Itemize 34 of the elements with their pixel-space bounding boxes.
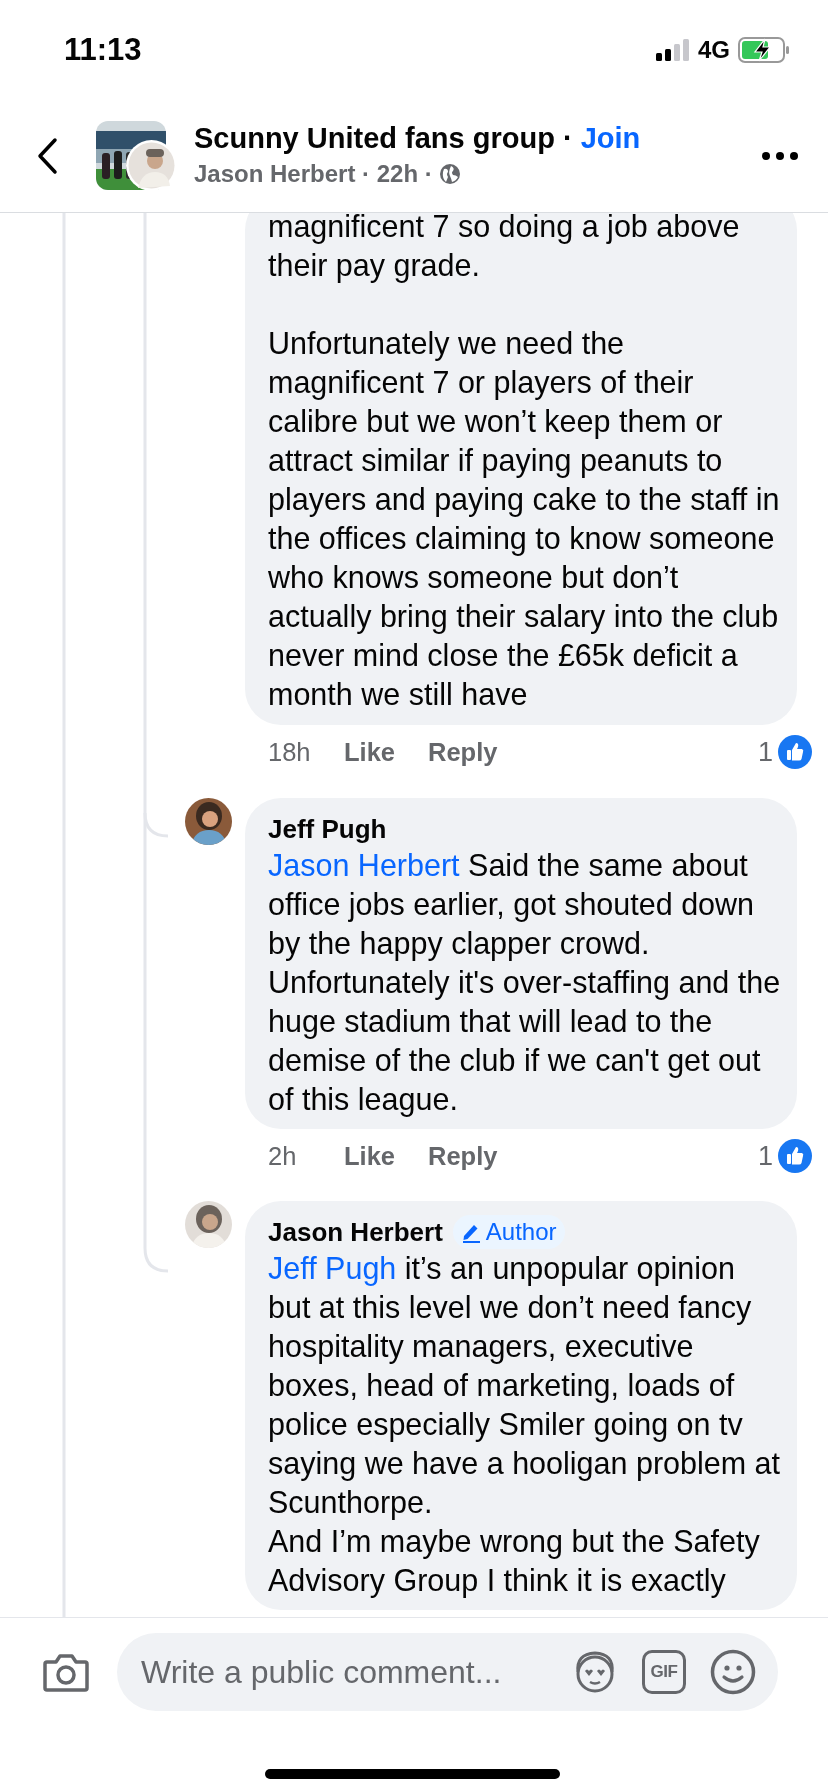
join-link[interactable]: Join — [580, 121, 641, 155]
reaction-count: 1 — [757, 1139, 773, 1173]
post-meta: Jason Herbert · 22h · — [194, 159, 433, 189]
like-button[interactable]: Like — [344, 732, 428, 772]
commenter-name[interactable]: Jason Herbert — [268, 1212, 443, 1252]
gif-button[interactable]: GIF — [642, 1650, 686, 1694]
emoji-icon[interactable] — [710, 1649, 756, 1695]
signal-icon — [656, 39, 690, 61]
comment-text: Unfortunately we need the magnificent 7 or players of their calibre but we won’t keep them or attract similar if paying peanuts to players and paying cake to the staff in the offices claiming to know someone who knows someone but don’t actually bring their salary into the club never mind close the £65k deficit a month we still have — [268, 325, 781, 713]
mention-link[interactable]: Jeff Pugh — [268, 1251, 397, 1285]
reaction-count: 1 — [757, 735, 773, 769]
commenter-name[interactable]: Jeff Pugh — [268, 809, 387, 849]
reply-button[interactable]: Reply — [428, 1136, 498, 1176]
comment-time: 2h — [268, 1140, 298, 1172]
clock-time: 11:13 — [64, 30, 142, 69]
comment-input[interactable]: Write a public comment... GIF — [117, 1633, 778, 1711]
thumbs-up-icon — [778, 735, 812, 769]
comment-time: 18h — [268, 736, 312, 768]
comment-text: magnificent 7 so doing a job above their pay grade. — [268, 213, 741, 285]
comment-text: And I’m maybe wrong but the Safety Advisory Group I think it is exactly — [268, 1523, 761, 1600]
mention-link[interactable]: Jason Herbert — [268, 848, 460, 882]
thumbs-up-icon — [778, 1139, 812, 1173]
battery-charging-icon — [738, 37, 790, 63]
comment-text: Jason Herbert Said the same about office jobs earlier, got shouted down by the happy clapper crowd. Unfortunately it's over-staffing and the huge stadium that will lead to the demise of the club if we can't get out of this league. — [268, 847, 782, 1119]
group-title: Scunny United fans group · — [194, 121, 573, 156]
author-badge: Author — [452, 1215, 565, 1249]
like-button[interactable]: Like — [344, 1136, 428, 1176]
more-icon[interactable] — [762, 152, 798, 160]
reply-button[interactable]: Reply — [428, 732, 498, 772]
back-icon[interactable] — [36, 137, 58, 175]
network-type: 4G — [698, 35, 730, 65]
globe-icon — [438, 163, 461, 185]
comment-text: Jeff Pugh it’s an unpopular opinion but at this level we don’t need fancy hospitality managers, executive boxes, head of marketing, loads of police especially Smiler going on tv saying we have a hooligan problem at Scunthorpe. — [268, 1250, 782, 1522]
camera-icon[interactable] — [43, 1652, 89, 1692]
